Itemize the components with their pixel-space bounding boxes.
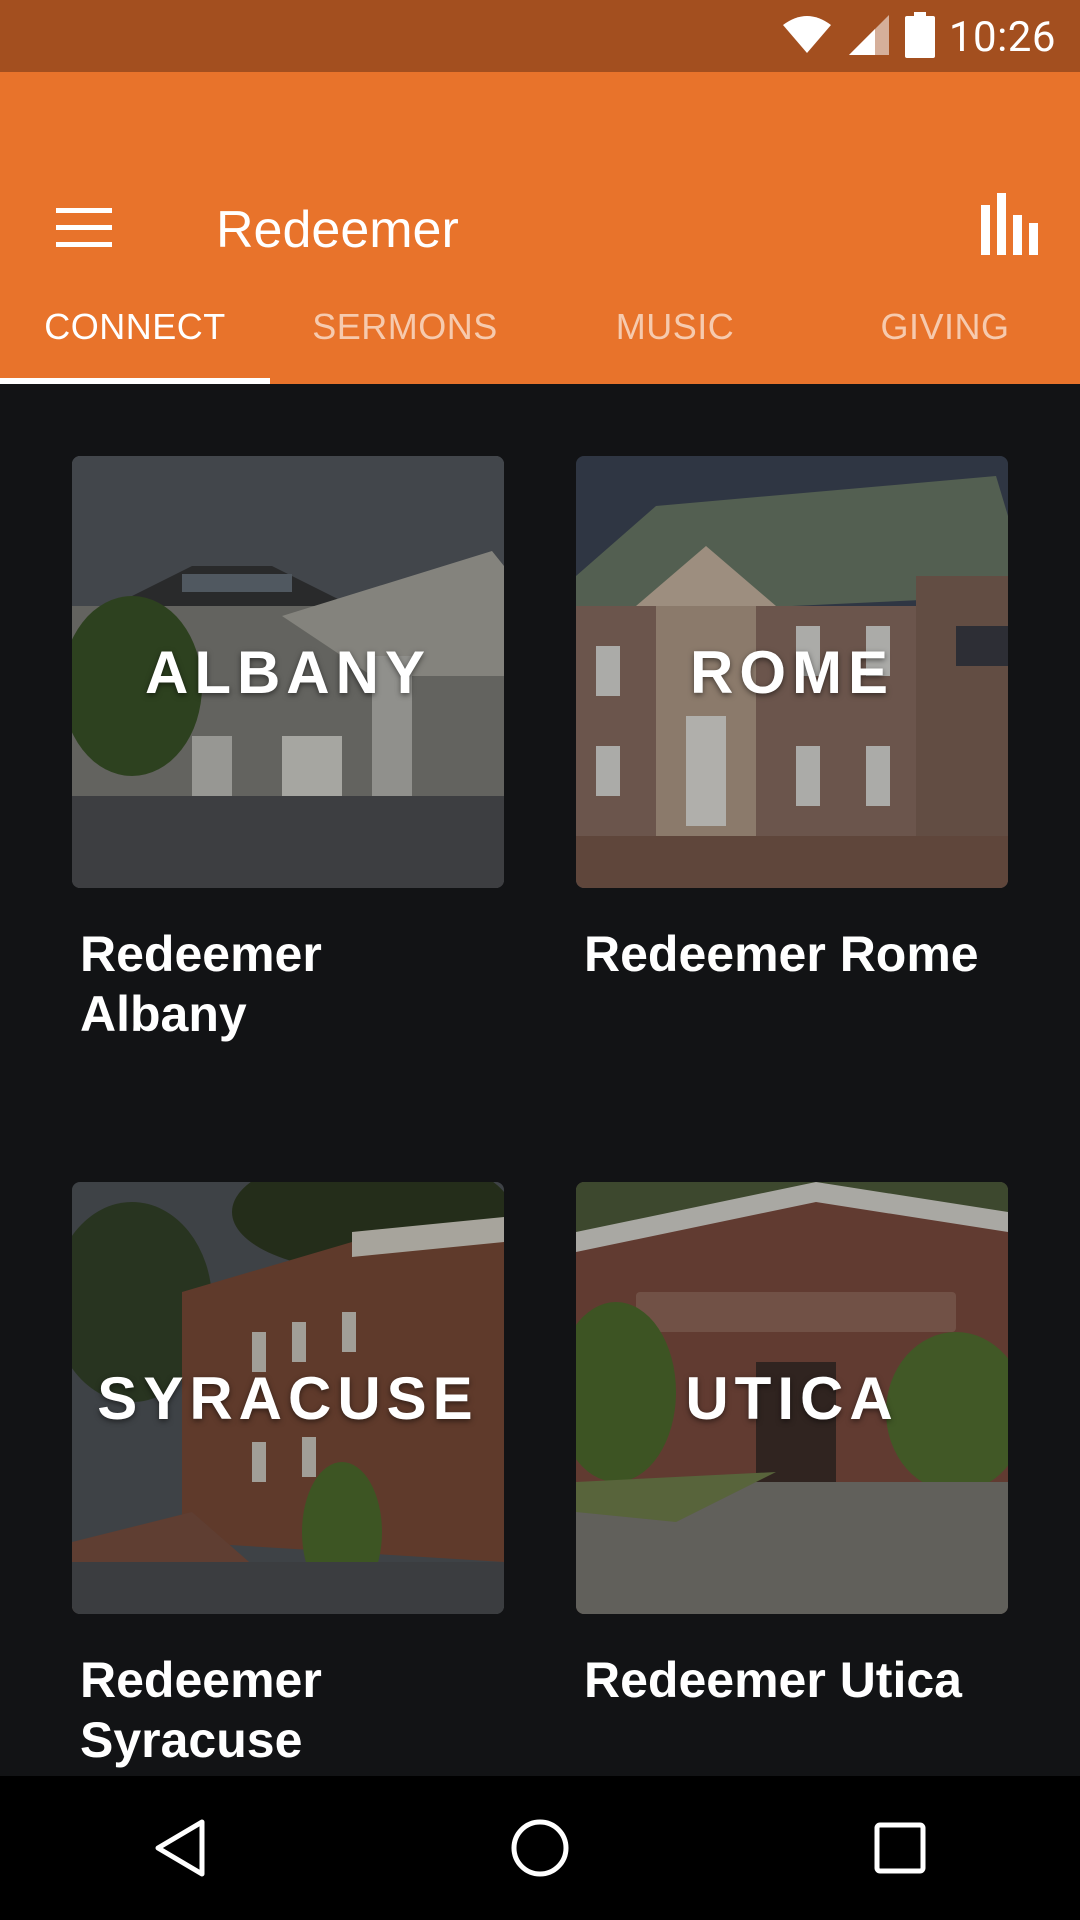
tab-bar: CONNECT SERMONS MUSIC GIVING <box>0 270 1080 384</box>
recents-icon[interactable] <box>830 1788 970 1908</box>
utica-overlay-label: UTICA <box>685 1364 899 1432</box>
tab-giving[interactable]: GIVING <box>810 270 1080 384</box>
card-title-utica-line1: Redeemer Utica <box>584 1652 962 1708</box>
bar-chart-icon[interactable] <box>968 182 1052 266</box>
albany-photo[interactable]: ALBANY <box>72 456 504 888</box>
status-icons: 10:26 <box>781 11 1056 63</box>
card-title-syracuse-line1: Redeemer <box>80 1652 322 1708</box>
hamburger-menu-icon[interactable] <box>40 176 128 280</box>
card-title-syracuse[interactable]: Redeemer Syracuse <box>72 1650 504 1770</box>
system-nav-bar <box>0 1776 1080 1920</box>
card-title-utica[interactable]: Redeemer Utica <box>576 1650 1008 1710</box>
card-title-rome-line1: Redeemer Rome <box>584 926 979 982</box>
tab-connect[interactable]: CONNECT <box>0 270 270 384</box>
campus-card-utica[interactable]: UTICA Redeemer Utica <box>576 1182 1008 1710</box>
signal-icon <box>847 13 891 62</box>
tab-music[interactable]: MUSIC <box>540 270 810 384</box>
utica-photo[interactable]: UTICA <box>576 1182 1008 1614</box>
card-title-albany-line1: Redeemer <box>80 926 322 982</box>
campus-card-rome[interactable]: ROME Redeemer Rome <box>576 456 1008 984</box>
back-icon[interactable] <box>110 1788 250 1908</box>
app-title: Redeemer <box>216 201 459 259</box>
card-title-albany-line2: Albany <box>80 986 247 1042</box>
tab-sermons[interactable]: SERMONS <box>270 270 540 384</box>
campus-card-syracuse[interactable]: SYRACUSE Redeemer Syracuse <box>72 1182 504 1770</box>
campus-grid: ALBANY Redeemer Albany ROME Redeemer Rom… <box>0 384 1080 1776</box>
syracuse-photo[interactable]: SYRACUSE <box>72 1182 504 1614</box>
campus-card-albany[interactable]: ALBANY Redeemer Albany <box>72 456 504 1044</box>
home-icon[interactable] <box>470 1788 610 1908</box>
card-title-rome[interactable]: Redeemer Rome <box>576 924 1008 984</box>
status-bar: 10:26 <box>0 0 1080 72</box>
syracuse-overlay-label: SYRACUSE <box>97 1364 479 1432</box>
clock: 10:26 <box>948 12 1056 62</box>
rome-overlay-label: ROME <box>690 638 894 706</box>
card-title-syracuse-line2: Syracuse <box>80 1712 303 1768</box>
rome-photo[interactable]: ROME <box>576 456 1008 888</box>
albany-overlay-label: ALBANY <box>145 638 431 706</box>
battery-icon <box>904 11 935 63</box>
card-title-albany[interactable]: Redeemer Albany <box>72 924 504 1044</box>
wifi-icon <box>781 15 833 60</box>
